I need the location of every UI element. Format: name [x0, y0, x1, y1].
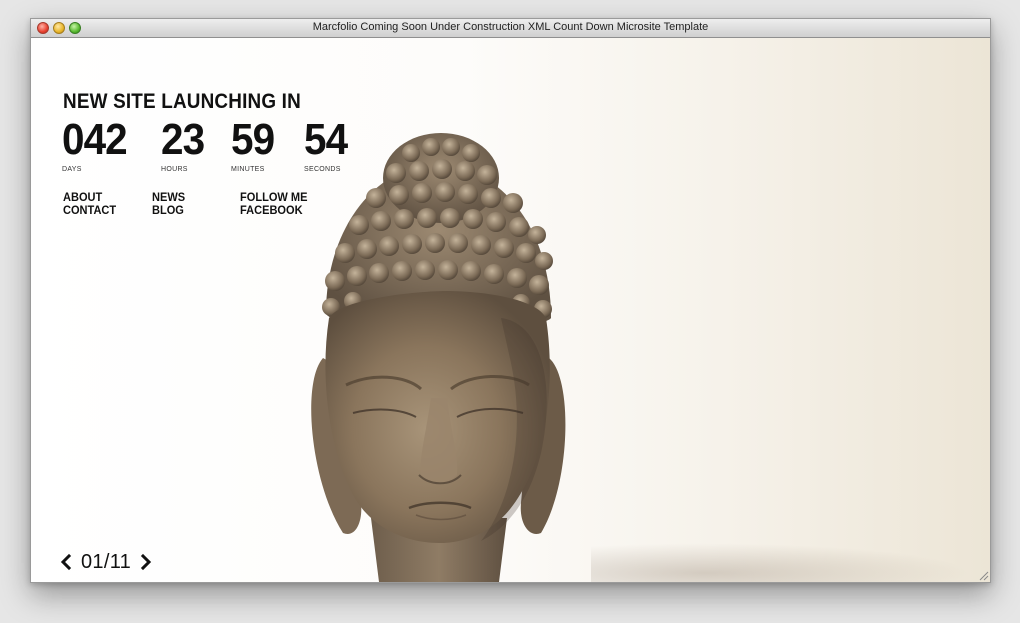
days-value: 042: [62, 115, 128, 164]
chevron-right-icon[interactable]: [139, 552, 153, 572]
hours-value: 23: [161, 115, 205, 164]
nav-facebook-link[interactable]: FACEBOOK: [240, 204, 303, 217]
chevron-left-icon[interactable]: [59, 552, 73, 572]
seconds-value: 54: [304, 115, 348, 164]
title-bar: Marcfolio Coming Soon Under Construction…: [31, 19, 990, 38]
countdown-hours: 23 HOURS: [161, 115, 208, 174]
page-viewport: NEW SITE LAUNCHING IN 042 DAYS 23 HOURS …: [31, 38, 990, 582]
minutes-label: MINUTES: [231, 166, 265, 173]
resize-grip-icon[interactable]: [978, 570, 989, 581]
minutes-value: 59: [231, 115, 275, 164]
nav-blog-link[interactable]: BLOG: [152, 204, 184, 217]
photo-shadow: [591, 543, 971, 582]
countdown-days: 042 DAYS: [62, 115, 132, 174]
nav-contact-link[interactable]: CONTACT: [63, 204, 116, 217]
countdown-minutes: 59 MINUTES: [231, 115, 278, 174]
slide-pager: 01/11: [59, 550, 153, 574]
window-title: Marcfolio Coming Soon Under Construction…: [312, 21, 709, 33]
buddha-head-photo: [311, 133, 566, 582]
countdown-seconds: 54 SECONDS: [304, 115, 351, 174]
days-label: DAYS: [62, 166, 82, 173]
browser-window: Marcfolio Coming Soon Under Construction…: [30, 18, 991, 583]
slide-counter: 01/11: [81, 550, 132, 573]
hours-label: HOURS: [161, 166, 188, 173]
launch-headline: NEW SITE LAUNCHING IN: [63, 90, 301, 113]
seconds-label: SECONDS: [304, 166, 341, 173]
